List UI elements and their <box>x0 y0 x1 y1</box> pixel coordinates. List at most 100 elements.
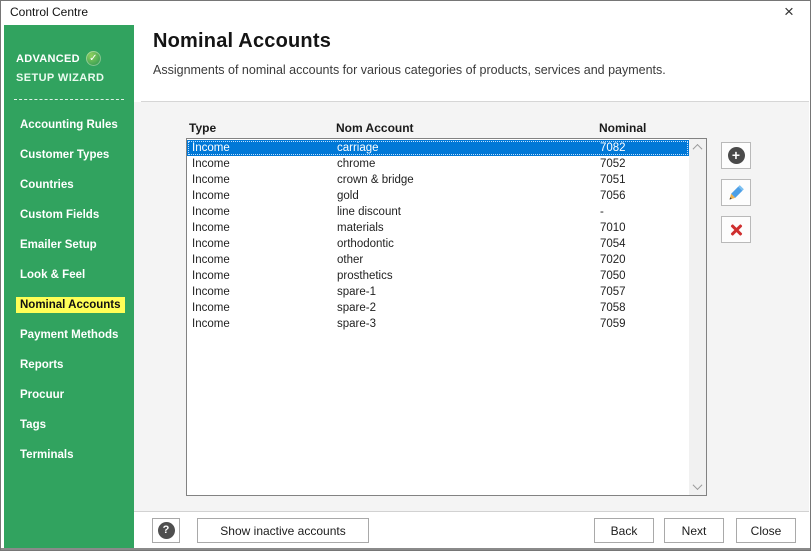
cell-type: Income <box>192 286 230 298</box>
cell-nominal: 7052 <box>600 158 626 170</box>
table-row[interactable]: Income crown & bridge 7051 <box>187 172 689 188</box>
cell-account: other <box>337 254 364 266</box>
cell-account: materials <box>337 222 384 234</box>
sidebar-item-label: Accounting Rules <box>20 119 118 131</box>
window-bottom-border <box>1 548 810 550</box>
cell-account: prosthetics <box>337 270 393 282</box>
sidebar-item-label: Customer Types <box>20 149 110 161</box>
sidebar-item-accounting-rules[interactable]: Accounting Rules <box>4 110 134 140</box>
sidebar-item-label: Terminals <box>20 449 74 461</box>
sidebar-item-label: Reports <box>20 359 64 371</box>
cell-account: chrome <box>337 158 376 170</box>
page-title: Nominal Accounts <box>153 30 332 52</box>
cell-nominal: 7059 <box>600 318 626 330</box>
sidebar-divider <box>14 99 124 100</box>
sidebar-item-terminals[interactable]: Terminals <box>4 440 134 470</box>
cell-account: crown & bridge <box>337 174 414 186</box>
column-header-nom-account: Nom Account <box>336 121 414 135</box>
cell-account: spare-1 <box>337 286 376 298</box>
cell-type: Income <box>192 206 230 218</box>
plus-circle-icon: + <box>727 147 745 164</box>
advanced-check-icon: ✓ <box>85 51 101 66</box>
setup-wizard-sidebar: ADVANCED ✓ SETUP WIZARD Accounting Rules… <box>4 25 134 548</box>
sidebar-item-custom-fields[interactable]: Custom Fields <box>4 200 134 230</box>
table-row[interactable]: Income line discount - <box>187 204 689 220</box>
sidebar-item-label: Nominal Accounts <box>16 297 125 313</box>
scroll-up-icon[interactable] <box>689 139 706 156</box>
table-row[interactable]: Income spare-1 7057 <box>187 284 689 300</box>
cell-type: Income <box>192 302 230 314</box>
advanced-label: ADVANCED <box>16 52 80 65</box>
close-button[interactable]: Close <box>736 518 796 543</box>
red-x-icon <box>729 223 743 237</box>
sidebar-item-procuur[interactable]: Procuur <box>4 380 134 410</box>
table-row[interactable]: Income prosthetics 7050 <box>187 268 689 284</box>
table-row[interactable]: Income other 7020 <box>187 252 689 268</box>
sidebar-item-look-feel[interactable]: Look & Feel <box>4 260 134 290</box>
cell-nominal: 7056 <box>600 190 626 202</box>
column-header-nominal: Nominal <box>599 121 647 135</box>
sidebar-item-reports[interactable]: Reports <box>4 350 134 380</box>
cell-account: spare-2 <box>337 302 376 314</box>
table-row[interactable]: Income chrome 7052 <box>187 156 689 172</box>
sidebar-item-label: Custom Fields <box>20 209 100 221</box>
cell-type: Income <box>192 318 230 330</box>
cell-type: Income <box>192 190 230 202</box>
window-close-icon[interactable]: × <box>779 2 799 22</box>
titlebar: Control Centre × <box>1 1 810 25</box>
sidebar-item-label: Look & Feel <box>20 269 86 281</box>
cell-type: Income <box>192 142 230 154</box>
sidebar-item-label: Emailer Setup <box>20 239 97 251</box>
setup-wizard-label: SETUP WIZARD <box>16 72 105 84</box>
sidebar-item-tags[interactable]: Tags <box>4 410 134 440</box>
delete-account-button[interactable] <box>721 216 751 243</box>
page-subtitle: Assignments of nominal accounts for vari… <box>153 63 666 77</box>
next-button[interactable]: Next <box>664 518 724 543</box>
back-button[interactable]: Back <box>594 518 654 543</box>
cell-account: gold <box>337 190 359 202</box>
question-mark-icon: ? <box>157 522 175 539</box>
table-row[interactable]: Income orthodontic 7054 <box>187 236 689 252</box>
cell-nominal: 7050 <box>600 270 626 282</box>
sidebar-item-customer-types[interactable]: Customer Types <box>4 140 134 170</box>
cell-nominal: - <box>600 206 604 218</box>
column-header-type: Type <box>189 121 217 135</box>
account-rows: Income carriage 7082 Income chrome 7052 Income… <box>187 140 689 332</box>
nominal-accounts-list: Income carriage 7082 Income chrome 7052 Income… <box>186 138 707 496</box>
cell-account: orthodontic <box>337 238 394 250</box>
table-row[interactable]: Income spare-2 7058 <box>187 300 689 316</box>
cell-type: Income <box>192 174 230 186</box>
cell-nominal: 7020 <box>600 254 626 266</box>
cell-type: Income <box>192 270 230 282</box>
scroll-down-icon[interactable] <box>689 478 706 495</box>
cell-type: Income <box>192 222 230 234</box>
list-scrollbar[interactable] <box>689 139 706 495</box>
pencil-icon <box>729 184 744 199</box>
cell-nominal: 7058 <box>600 302 626 314</box>
cell-nominal: 7010 <box>600 222 626 234</box>
cell-nominal: 7082 <box>600 142 626 154</box>
table-row[interactable]: Income spare-3 7059 <box>187 316 689 332</box>
help-button[interactable]: ? <box>152 518 180 543</box>
sidebar-item-label: Tags <box>20 419 46 431</box>
sidebar-item-label: Procuur <box>20 389 65 401</box>
cell-nominal: 7057 <box>600 286 626 298</box>
table-row[interactable]: Income gold 7056 <box>187 188 689 204</box>
add-account-button[interactable]: + <box>721 142 751 169</box>
window-title: Control Centre <box>10 5 89 19</box>
cell-account: line discount <box>337 206 401 218</box>
cell-type: Income <box>192 254 230 266</box>
edit-account-button[interactable] <box>721 179 751 206</box>
show-inactive-accounts-button[interactable]: Show inactive accounts <box>197 518 369 543</box>
sidebar-item-nominal-accounts[interactable]: Nominal Accounts <box>4 290 134 320</box>
cell-nominal: 7051 <box>600 174 626 186</box>
table-row[interactable]: Income materials 7010 <box>187 220 689 236</box>
sidebar-item-payment-methods[interactable]: Payment Methods <box>4 320 134 350</box>
control-centre-window: Control Centre × ADVANCED ✓ SETUP WIZARD… <box>0 0 811 551</box>
sidebar-item-emailer-setup[interactable]: Emailer Setup <box>4 230 134 260</box>
sidebar-item-label: Payment Methods <box>20 329 119 341</box>
sidebar-nav: Accounting Rules Customer Types Countries C… <box>4 110 134 470</box>
table-row[interactable]: Income carriage 7082 <box>187 140 689 156</box>
sidebar-item-countries[interactable]: Countries <box>4 170 134 200</box>
advanced-row: ADVANCED ✓ <box>16 51 101 66</box>
